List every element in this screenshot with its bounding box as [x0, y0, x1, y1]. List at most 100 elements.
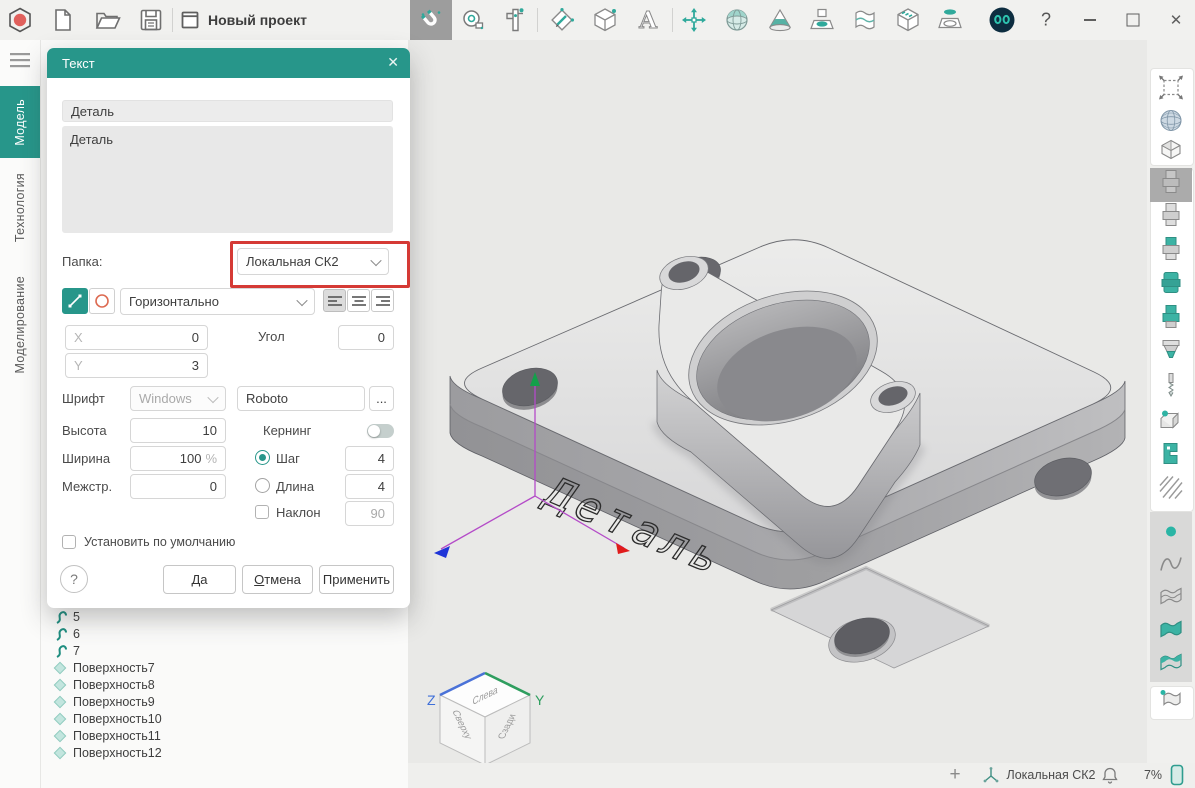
save-button[interactable]	[139, 8, 163, 32]
slant-checkbox[interactable]	[255, 505, 269, 519]
step-field[interactable]: 4	[345, 446, 394, 471]
tool-cone-teal[interactable]	[1158, 338, 1184, 371]
sketch-tool[interactable]	[549, 7, 575, 33]
ok-button[interactable]: Да	[163, 565, 236, 594]
help-button[interactable]: ?	[1041, 10, 1051, 31]
kerning-toggle[interactable]	[367, 424, 394, 438]
active-cs-label[interactable]: Локальная СК2	[1006, 768, 1095, 782]
magnet-snap-tool[interactable]	[419, 8, 443, 32]
font-system-dropdown[interactable]: Windows	[130, 386, 226, 411]
set-default-checkbox[interactable]	[62, 535, 76, 549]
dialog-help-button[interactable]: ?	[60, 565, 88, 593]
open-file-button[interactable]	[95, 9, 121, 31]
cube-pattern-tool[interactable]	[896, 7, 920, 33]
sphere-wireframe-tool[interactable]	[1158, 108, 1184, 139]
tab-modeling[interactable]: Моделирование	[0, 258, 40, 392]
x-coordinate-field[interactable]: X0	[65, 325, 208, 350]
font-name-field[interactable]: Roboto	[237, 386, 365, 411]
tab-model[interactable]: Модель	[0, 86, 40, 158]
line-mode-button[interactable]	[62, 288, 88, 314]
height-field[interactable]: 10	[130, 418, 226, 443]
tree-item-surface[interactable]: Поверхность7	[52, 659, 155, 676]
tree-item-surface[interactable]: Поверхность8	[52, 676, 155, 693]
drill-bit-tool[interactable]	[1161, 372, 1181, 405]
cone-fill-tool[interactable]	[767, 8, 793, 32]
measure-tape-tool[interactable]	[461, 8, 485, 32]
surface-teal-tool[interactable]	[1158, 618, 1184, 647]
curve-tool[interactable]	[1158, 553, 1184, 580]
machine-fixture-tool[interactable]	[1158, 441, 1184, 472]
solid-body-tool[interactable]	[593, 7, 617, 33]
tab-modeling-label: Моделирование	[13, 276, 27, 373]
align-left-button[interactable]	[323, 289, 346, 312]
sphere-mesh-tool[interactable]	[724, 7, 750, 33]
surface-half-teal-tool[interactable]	[1158, 651, 1184, 680]
dialog-close-icon[interactable]: ✕	[387, 54, 399, 71]
project-tab[interactable]: Новый проект	[208, 0, 307, 40]
tree-item-spline[interactable]: 5	[55, 608, 80, 625]
notifications-bell[interactable]	[1102, 766, 1118, 784]
surface-point-tool[interactable]	[1158, 687, 1184, 716]
emboss-tool[interactable]	[937, 8, 963, 32]
hatch-section-tool[interactable]	[1157, 474, 1185, 507]
caliper-tool[interactable]	[505, 7, 525, 33]
tab-technology[interactable]: Технология	[0, 162, 40, 254]
length-field[interactable]: 4	[345, 474, 394, 499]
tree-item-label: 7	[73, 644, 80, 658]
fit-selection-tool[interactable]	[1157, 74, 1185, 107]
text-content-textarea[interactable]: Деталь	[62, 126, 393, 233]
width-field[interactable]: 100%	[130, 446, 226, 471]
tool-teal-cylinder[interactable]	[1158, 270, 1184, 303]
hamburger-menu-icon[interactable]	[10, 52, 30, 68]
add-button[interactable]: +	[949, 764, 960, 786]
text-tool[interactable]: A	[636, 7, 660, 33]
linespacing-field[interactable]: 0	[130, 474, 226, 499]
align-center-button[interactable]	[347, 289, 370, 312]
tree-item-surface[interactable]: Поверхность11	[52, 727, 161, 744]
minimize-button[interactable]	[1084, 19, 1096, 21]
maximize-button[interactable]	[1127, 14, 1140, 27]
length-radio[interactable]	[255, 478, 270, 493]
tool-teal-stepped[interactable]	[1158, 304, 1184, 337]
tree-item-surface[interactable]: Поверхность12	[52, 744, 162, 761]
zoom-level[interactable]: 7%	[1144, 768, 1162, 782]
close-button[interactable]: ✕	[1170, 11, 1183, 29]
angle-value: 0	[378, 330, 385, 345]
assistant-robot-icon[interactable]	[987, 5, 1017, 35]
direction-dropdown[interactable]: Горизонтально	[120, 288, 315, 315]
surface-outline-tool[interactable]	[1158, 585, 1184, 614]
tool-teal-top[interactable]	[1158, 236, 1184, 269]
view-cube[interactable]: Z Y Слева Сверху Сзади	[427, 673, 545, 763]
box-section-tool[interactable]	[1157, 138, 1185, 167]
circle-mode-button[interactable]	[89, 288, 115, 314]
tree-item-surface[interactable]: Поверхность10	[52, 710, 162, 727]
app-logo-icon[interactable]	[7, 7, 33, 33]
text-name-input[interactable]: Деталь	[62, 100, 393, 122]
tree-item-spline[interactable]: 7	[55, 642, 80, 659]
cancel-button[interactable]: Отмена	[242, 565, 313, 594]
angle-field[interactable]: 0	[338, 325, 394, 350]
spline-icon	[55, 627, 68, 641]
tool-holder-gray[interactable]	[1158, 202, 1184, 235]
tool-holder-selected[interactable]	[1158, 169, 1184, 202]
diagonal-line-icon	[67, 293, 83, 309]
font-system-value: Windows	[139, 391, 192, 406]
align-right-button[interactable]	[371, 289, 394, 312]
slant-field[interactable]: 90	[345, 501, 394, 526]
new-document-button[interactable]	[52, 8, 74, 32]
tree-item-surface[interactable]: Поверхность9	[52, 693, 155, 710]
press-tool[interactable]	[809, 7, 835, 33]
apply-button[interactable]: Применить	[319, 565, 394, 594]
dialog-titlebar[interactable]: Текст ✕	[47, 48, 410, 78]
folder-dropdown[interactable]: Локальная СК2	[237, 248, 389, 275]
wave-surface-tool[interactable]	[852, 7, 878, 33]
workpiece-stock-tool[interactable]	[1157, 407, 1185, 438]
y-coordinate-field[interactable]: Y3	[65, 353, 208, 378]
font-browse-button[interactable]: ...	[369, 386, 394, 411]
move-tool[interactable]	[681, 7, 707, 33]
point-tool[interactable]	[1163, 524, 1179, 545]
step-radio[interactable]	[255, 450, 270, 465]
viewport-3d[interactable]: Деталь Z Y Слева Сверху	[408, 40, 1147, 763]
tree-item-spline[interactable]: 6	[55, 625, 80, 642]
part-3d[interactable]: Деталь	[450, 240, 1125, 669]
